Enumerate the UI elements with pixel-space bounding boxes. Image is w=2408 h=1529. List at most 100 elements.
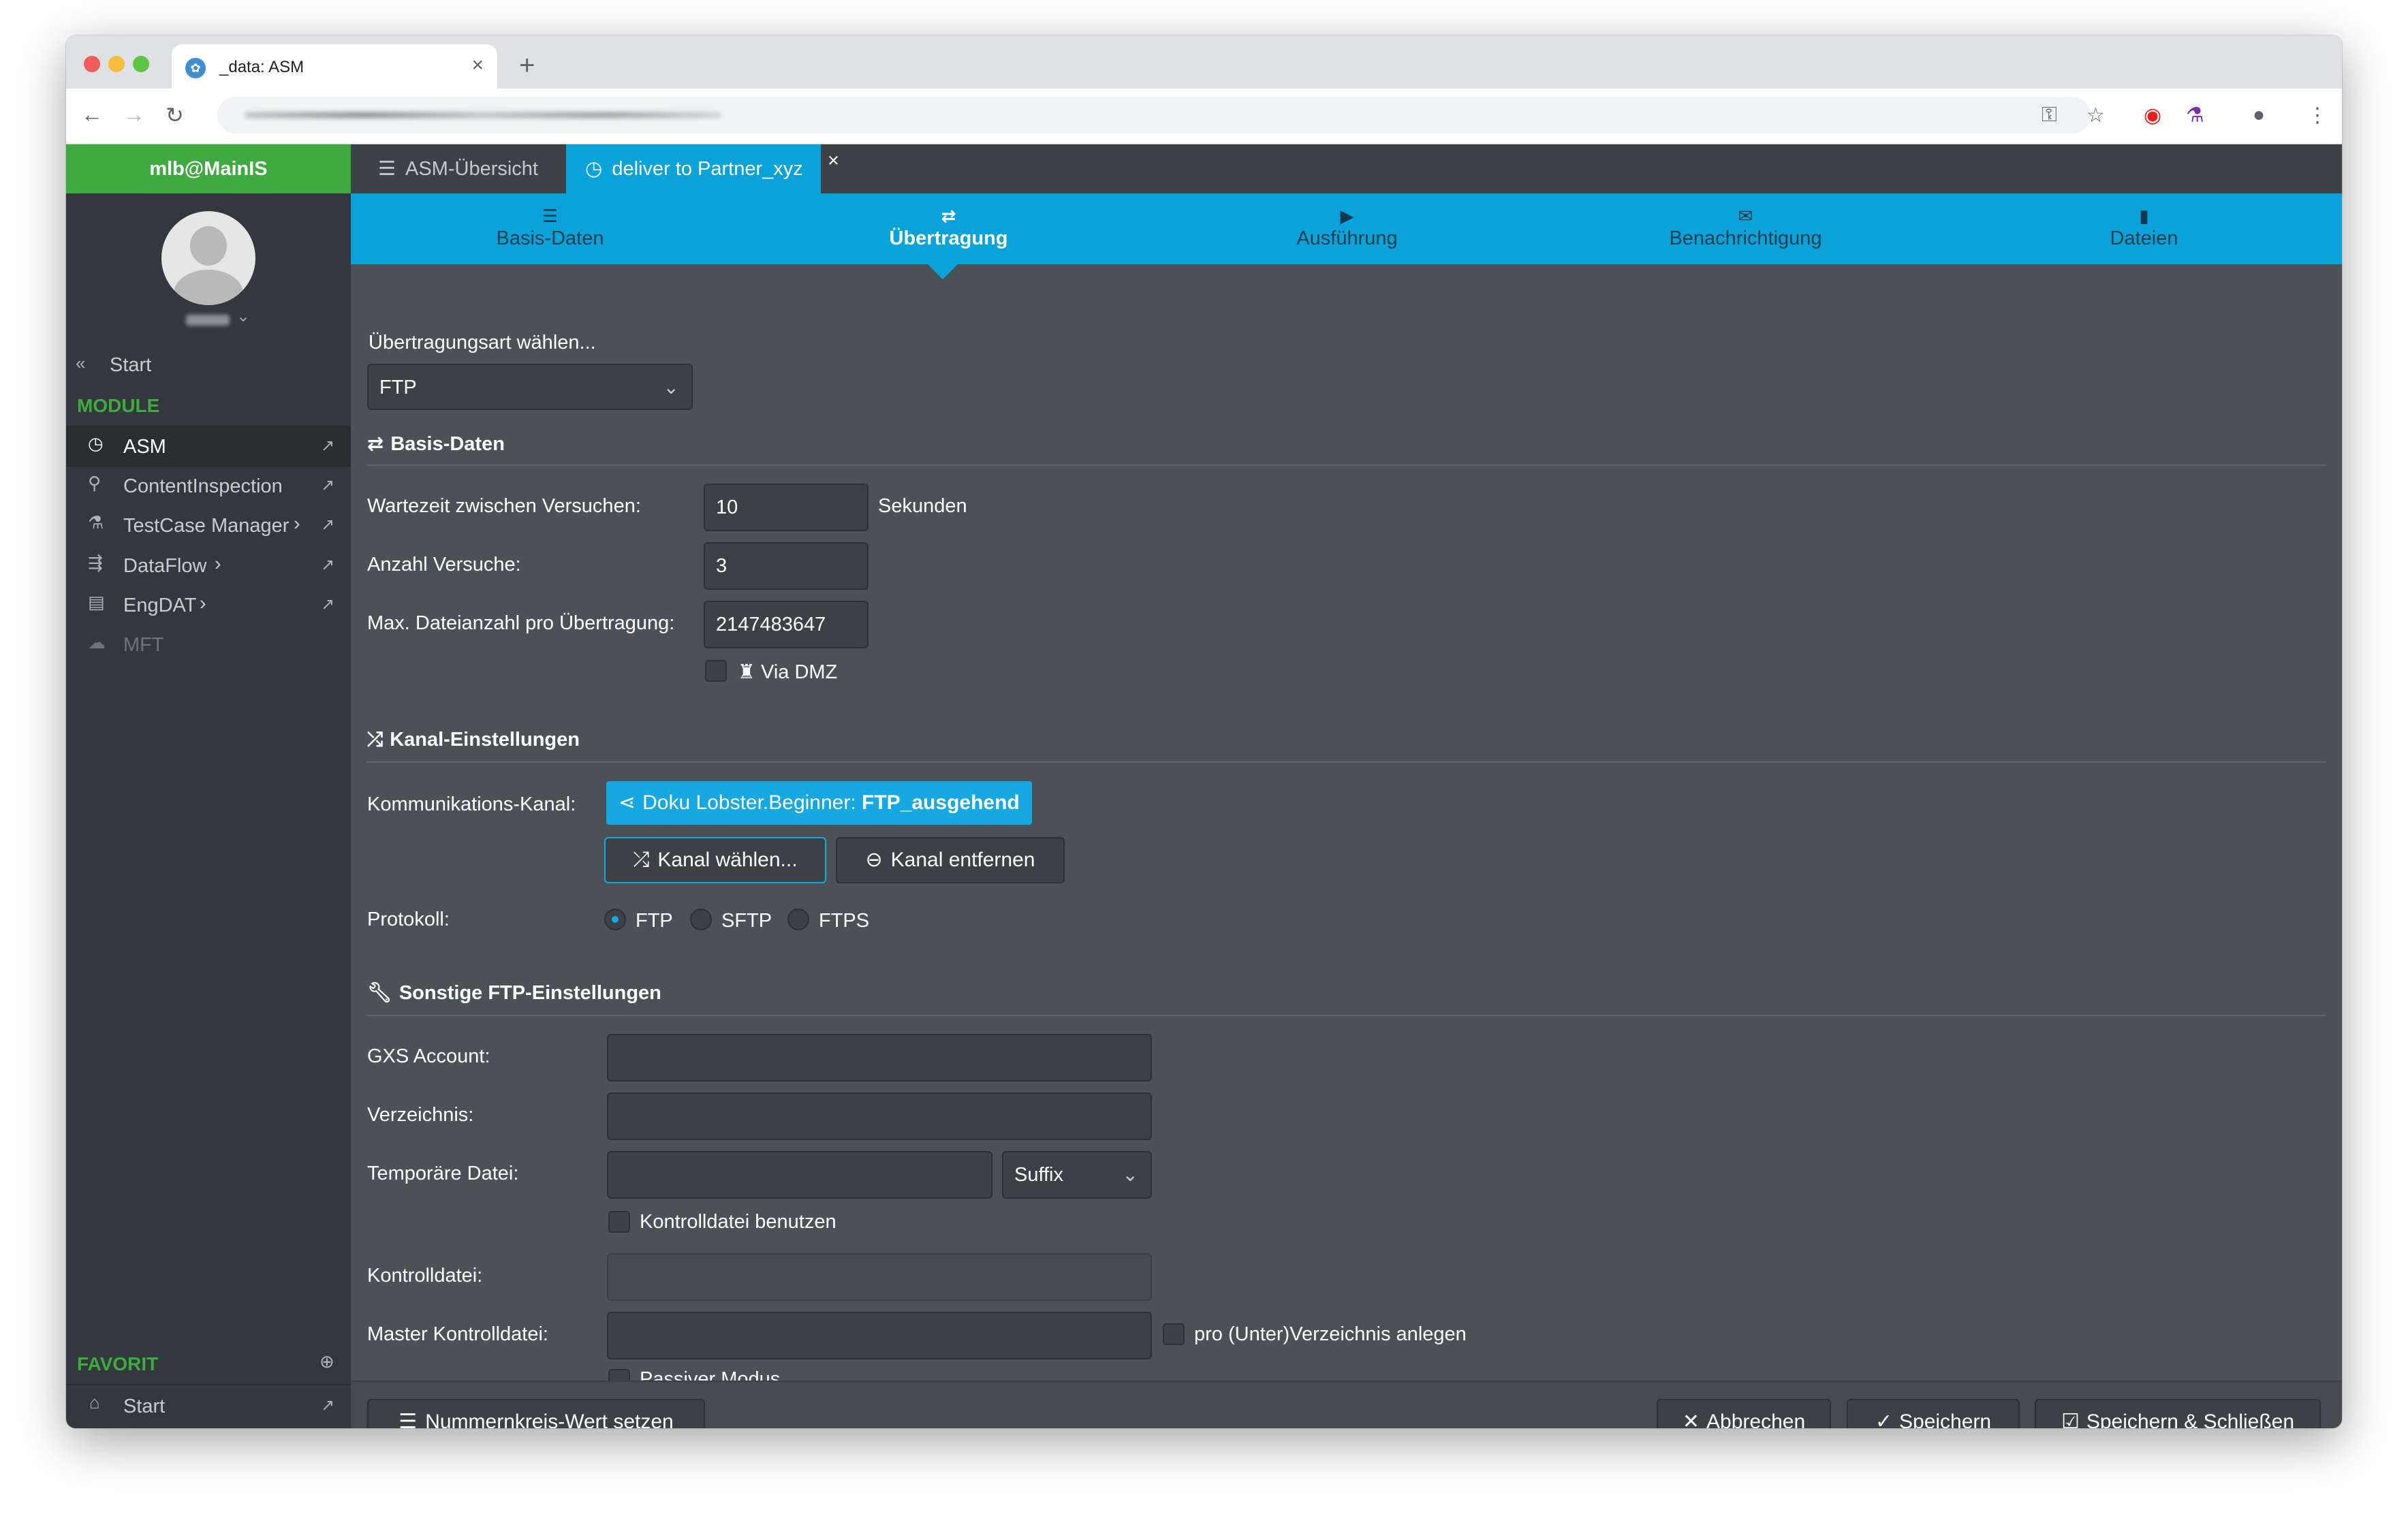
minus-circle-icon: ⊖ [865,849,883,871]
protocol-ftps-radio[interactable] [787,909,809,930]
per-directory-checkbox[interactable] [1163,1323,1185,1345]
wait-input[interactable]: 10 [704,484,869,531]
sidebar: mlb@MainIS ⌄ « Start MODULE ◷ ASM ↗ ⚲ Co… [66,144,351,1428]
cancel-button[interactable]: ✕ Abbrechen [1657,1399,1831,1428]
play-icon: ▶ [1340,206,1354,226]
step-basis-daten[interactable]: ☰ Basis-Daten [351,193,749,264]
sidebar-item-mft: MFT [123,634,164,656]
favorite-item-start[interactable]: Start [123,1396,165,1418]
step-dateien[interactable]: ▮ Dateien [1945,193,2342,264]
attempts-input[interactable]: 3 [704,542,869,590]
sidebar-item-engdat[interactable]: EngDAT [123,595,196,617]
sidebar-item-label[interactable]: ASM [123,436,166,458]
profile-icon[interactable]: ● [2253,104,2265,127]
save-button[interactable]: ✓ Speichern [1847,1399,2020,1428]
sidebar-item-asm[interactable] [66,427,351,467]
temp-mode-select[interactable]: Suffix ⌄ [1002,1151,1152,1199]
maximize-window-button[interactable] [133,56,149,72]
transfer-type-select[interactable]: FTP ⌄ [367,364,693,410]
active-step-pointer [928,264,958,279]
step-uebertragung[interactable]: ⇄ Übertragung [749,193,1148,264]
share-icon: ⋖ [619,791,636,814]
wait-unit: Sekunden [878,495,967,517]
save-close-button[interactable]: ☑ Speichern & Schließen [2035,1399,2321,1428]
external-link-icon[interactable]: ↗ [321,475,334,495]
check-icon: ✓ [1875,1410,1893,1428]
remove-channel-button[interactable]: ⊖ Kanal entfernen [836,837,1065,883]
via-dmz-text: Via DMZ [761,661,838,683]
choose-channel-button[interactable]: ⤮ Kanal wählen... [604,837,826,883]
button-label: Speichern & Schließen [2086,1410,2295,1428]
directory-label: Verzeichnis: [367,1104,474,1126]
control-file-input[interactable] [607,1253,1152,1301]
via-dmz-checkbox[interactable] [705,660,727,682]
tab-asm-overview[interactable]: ☰ ASM-Übersicht [378,144,538,193]
chevron-down-icon[interactable]: ⌄ [236,306,250,326]
via-dmz-label: ♜ Via DMZ [738,660,837,684]
minimize-window-button[interactable] [108,56,125,72]
channel-chip[interactable]: ⋖ Doku Lobster.Beginner: FTP_ausgehend [606,781,1032,825]
chevron-right-icon[interactable]: › [215,553,221,576]
comm-channel-label: Kommunikations-Kanal: [367,793,576,815]
wrench-icon: 🔧︎ [367,982,392,1004]
browser-tab[interactable]: ✿ _data: ASM × [172,44,497,89]
menu-icon[interactable]: ⋮ [2307,104,2328,127]
step-label: Dateien [2110,227,2178,249]
close-window-button[interactable] [84,56,100,72]
directory-input[interactable] [607,1092,1152,1140]
control-file-label: Kontrolldatei: [367,1265,483,1287]
close-tab-icon[interactable]: × [471,54,484,77]
key-icon[interactable]: ⚿ [2042,104,2057,127]
exchange-icon: ⇄ [367,433,384,455]
avatar[interactable] [161,211,255,305]
protocol-sftp-radio[interactable] [690,909,712,930]
chevron-right-icon[interactable]: › [200,593,206,615]
divider [366,1015,2326,1016]
star-icon[interactable]: ☆ [2086,104,2105,127]
gxs-account-input[interactable] [607,1034,1152,1082]
temp-file-input[interactable] [607,1151,992,1199]
use-control-file-checkbox[interactable] [608,1211,630,1233]
shuffle-icon: ⤮ [367,729,384,751]
back-icon[interactable]: ← [81,102,103,127]
external-link-icon[interactable]: ↗ [321,595,334,614]
external-link-icon[interactable]: ↗ [321,555,334,575]
forward-icon[interactable]: → [123,102,145,127]
protocol-ftp-radio[interactable] [604,909,626,930]
flow-icon: ⇶ [88,552,103,573]
sidebar-item-dataflow[interactable]: DataFlow [123,555,207,578]
number-range-button[interactable]: ☰ Nummernkreis-Wert setzen [367,1399,705,1428]
chevron-right-icon[interactable]: › [294,513,300,535]
step-label: Ausführung [1296,227,1398,249]
list-icon: ☰ [542,206,559,226]
external-link-icon[interactable]: ↗ [321,1396,334,1415]
protocol-ftp-label: FTP [636,910,673,932]
max-files-input[interactable]: 2147483647 [704,601,869,648]
reload-icon[interactable]: ↻ [166,102,184,128]
tab-deliver-to-partner[interactable]: ◷ deliver to Partner_xyz [566,144,821,193]
favicon-icon: ✿ [185,58,206,78]
section-title: Basis-Daten [390,433,505,455]
section-title: Kanal-Einstellungen [390,729,580,751]
button-label: Speichern [1899,1410,1992,1428]
temp-mode-value: Suffix [1014,1164,1064,1186]
envelope-icon: ✉ [1738,206,1753,226]
sidebar-start-link[interactable]: Start [110,354,151,377]
new-tab-button[interactable]: + [519,50,535,81]
step-benachrichtigung[interactable]: ✉ Benachrichtigung [1546,193,1945,264]
channel-chip-prefix: Doku Lobster.Beginner: [642,791,856,814]
close-tab-icon[interactable]: × [828,136,839,185]
tab-label: ASM-Übersicht [405,158,538,180]
blurred-url [245,112,721,119]
external-link-icon[interactable]: ↗ [321,515,334,535]
record-extension-icon[interactable]: ◉ [2144,104,2161,127]
sidebar-item-contentinspection[interactable]: ContentInspection [123,475,283,498]
address-field[interactable] [217,97,2091,133]
flask-extension-icon[interactable]: ⚗ [2186,104,2204,127]
sidebar-item-testcase-manager[interactable]: TestCase Manager [123,515,289,537]
step-ausfuehrung[interactable]: ▶ Ausführung [1148,193,1546,264]
transfer-type-value: FTP [379,377,417,398]
master-control-input[interactable] [607,1312,1152,1359]
add-favorite-icon[interactable]: ⊕ [319,1351,334,1372]
external-link-icon[interactable]: ↗ [321,436,334,456]
